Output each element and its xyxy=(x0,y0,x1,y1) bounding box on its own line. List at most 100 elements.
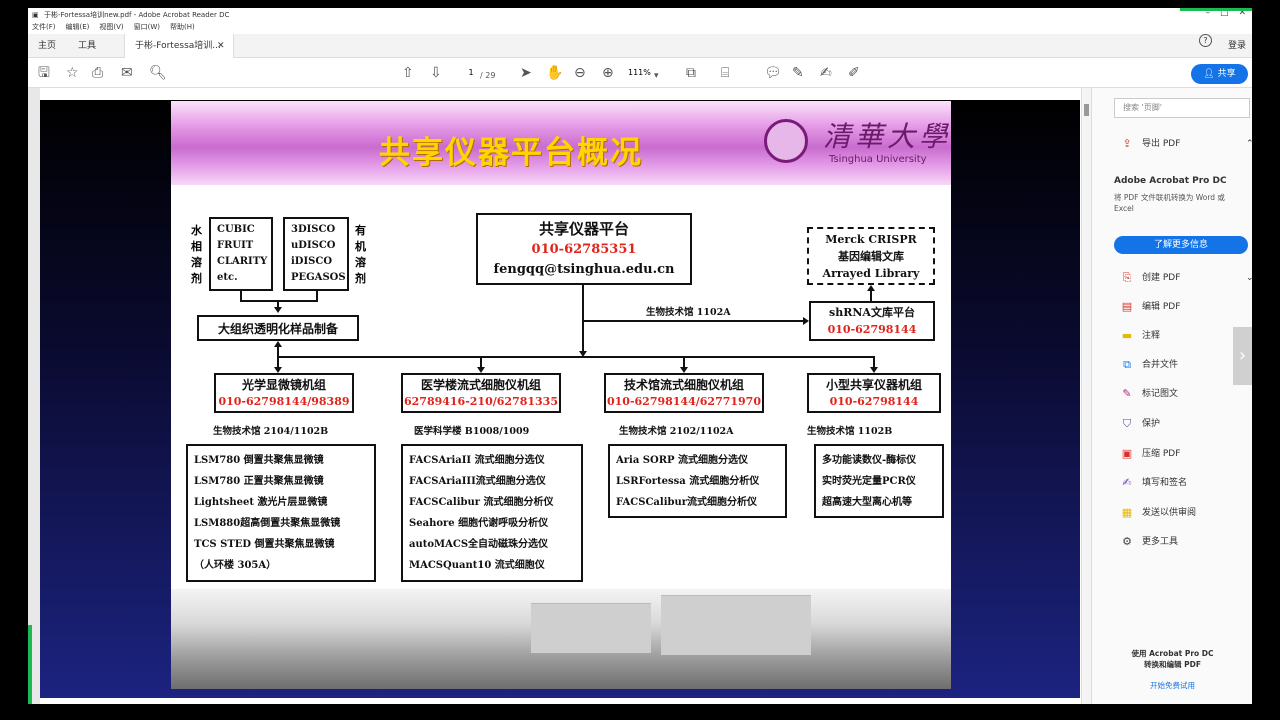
scrollbar-thumb[interactable] xyxy=(1084,104,1089,116)
print-icon[interactable]: ⎙ xyxy=(92,65,103,81)
share-button[interactable]: 👤︎ 共享 xyxy=(1191,64,1248,84)
instrument-item: LSRFortessa 流式细胞分析仪 xyxy=(616,475,760,487)
share-button-label: 共享 xyxy=(1217,69,1236,79)
draw-icon[interactable]: ✍ xyxy=(820,65,832,81)
campus-photo xyxy=(171,589,951,689)
protect-shield-icon: ⛉ xyxy=(1122,417,1132,430)
frame-accent xyxy=(28,625,32,704)
method: 3DISCO xyxy=(291,224,336,235)
promo-title: Adobe Acrobat Pro DC xyxy=(1114,176,1227,186)
instrument-item: 超高速大型离心机等 xyxy=(822,496,912,508)
menu-help[interactable]: 帮助(H) xyxy=(166,21,201,33)
free-trial-link[interactable]: 开始免费试用 xyxy=(1092,680,1252,691)
menu-file[interactable]: 文件(F) xyxy=(28,21,62,33)
method: etc. xyxy=(217,272,238,283)
menu-view[interactable]: 视图(V) xyxy=(95,21,129,33)
instrument-item: 实时荧光定量PCR仪 xyxy=(822,475,916,487)
fill-sign-icon[interactable]: ✐ xyxy=(848,65,860,81)
compress-pdf-icon: ▣ xyxy=(1121,447,1133,460)
save-icon[interactable]: 🖫 xyxy=(38,65,50,81)
email-icon[interactable]: ✉ xyxy=(121,65,133,81)
zoom-in-icon[interactable]: ⊕ xyxy=(602,65,614,81)
tool-label: 注释 xyxy=(1142,331,1161,341)
group-location: 生物技术馆 2102/1102A xyxy=(619,426,734,437)
instrument-item: autoMACS全自动磁珠分选仪 xyxy=(409,539,549,550)
signin-link[interactable]: 登录 xyxy=(1228,34,1246,58)
connector xyxy=(582,285,584,351)
window-title: 于彬-Fortessa培训new.pdf - Adobe Acrobat Rea… xyxy=(44,10,230,19)
expand-panel-chevron-icon[interactable]: › xyxy=(1233,327,1252,385)
tool-label: 合并文件 xyxy=(1142,360,1179,370)
zoom-out-icon[interactable]: ⊖ xyxy=(574,65,586,81)
slide-title: 共享仪器平台概况 xyxy=(379,135,643,171)
instrument-item: （人环楼 305A） xyxy=(194,560,277,571)
chevron-down-icon[interactable]: ⌄ xyxy=(1246,270,1252,286)
page-down-icon[interactable]: ⇩ xyxy=(430,65,442,81)
help-icon[interactable]: ? xyxy=(1198,34,1212,47)
export-pdf-label: 导出 PDF xyxy=(1142,139,1181,149)
route-label: 生物技术馆 1102A xyxy=(646,307,731,318)
method: CUBIC xyxy=(217,224,255,235)
zoom-level[interactable]: 111% xyxy=(628,66,651,80)
tool-label: 保护 xyxy=(1142,419,1161,429)
title-bar: ▣ 于彬-Fortessa培训new.pdf - Adobe Acrobat R… xyxy=(28,8,1252,21)
menu-edit[interactable]: 编辑(E) xyxy=(62,21,96,33)
hub-email: fengqq@tsinghua.edu.cn xyxy=(493,262,675,277)
university-logo-en: Tsinghua University xyxy=(829,154,927,165)
instrument-item: LSM880超高倒置共聚焦显微镜 xyxy=(194,518,341,529)
organic-solvent-label: 有机溶剂 xyxy=(355,224,366,285)
group-box-small: 小型共享仪器机组 010-62798144 xyxy=(807,373,941,413)
footer-line: 转换和编辑 PDF xyxy=(1144,660,1201,669)
method: CLARITY xyxy=(217,256,268,267)
comment-icon: ▬ xyxy=(1121,329,1133,342)
page-number-input[interactable]: 1 xyxy=(460,66,482,80)
distribution-line xyxy=(277,356,875,358)
photo-building xyxy=(531,603,651,653)
tool-label: 编辑 PDF xyxy=(1142,302,1181,312)
panel-search-input[interactable]: 搜索 '页脚' xyxy=(1114,98,1250,118)
send-review-icon: ▦ xyxy=(1121,506,1133,519)
zoom-dropdown-icon[interactable]: ▾ xyxy=(654,68,659,84)
page-up-icon[interactable]: ⇧ xyxy=(402,65,414,81)
scroll-mode-icon[interactable]: ⌸ xyxy=(721,65,729,81)
learn-more-button[interactable]: 了解更多信息 xyxy=(1114,236,1248,254)
connector xyxy=(583,320,803,322)
instrument-item: MACSQuant10 流式细胞仪 xyxy=(409,560,545,571)
hub-box: 共享仪器平台 010-62785351 fengqq@tsinghua.edu.… xyxy=(476,213,692,285)
left-navigation-rail[interactable] xyxy=(28,88,40,704)
group-name: 技术馆流式细胞仪机组 xyxy=(623,378,744,392)
instrument-item: Lightsheet 激光片层显微镜 xyxy=(194,497,328,508)
tool-label: 发送以供审阅 xyxy=(1142,508,1197,518)
tool-label: 更多工具 xyxy=(1142,537,1179,547)
group-location: 生物技术馆 1102B xyxy=(807,426,893,437)
shrna-phone: 010-62798144 xyxy=(827,323,917,336)
vertical-scrollbar[interactable] xyxy=(1081,88,1091,704)
fit-page-icon[interactable]: ⧉ xyxy=(686,65,696,81)
instrument-item: LSM780 正置共聚焦显微镜 xyxy=(194,476,324,487)
tab-tools[interactable]: 工具 xyxy=(78,34,96,58)
markup-pen-icon: ✎ xyxy=(1122,387,1132,400)
tab-home[interactable]: 主页 xyxy=(38,34,56,58)
tab-bar: 主页 工具 于彬-Fortessa培训... ✕ ? 登录 xyxy=(28,34,1252,58)
shrna-name: shRNA文库平台 xyxy=(829,306,915,319)
instrument-item: 多功能读数仪-酶标仪 xyxy=(822,454,917,466)
select-pointer-icon[interactable]: ➤ xyxy=(520,65,532,81)
tool-label: 标记图文 xyxy=(1142,389,1179,399)
group-list-optical: LSM780 倒置共聚焦显微镜 LSM780 正置共聚焦显微镜 Lightshe… xyxy=(186,444,376,582)
group-name: 医学楼流式细胞仪机组 xyxy=(420,378,541,392)
tab-document[interactable]: 于彬-Fortessa培训... ✕ xyxy=(124,34,234,58)
group-box-optical: 光学显微镜机组 010-62798144/98389 xyxy=(214,373,354,413)
search-icon[interactable]: 🔍︎ xyxy=(149,65,167,81)
comment-icon[interactable]: 💬︎ xyxy=(764,65,782,81)
university-logo-cn: 清華大學 xyxy=(823,120,951,153)
highlight-pen-icon[interactable]: ✎ xyxy=(792,65,804,81)
group-phone: 010-62798144 xyxy=(829,395,919,408)
hand-tool-icon[interactable]: ✋ xyxy=(546,65,563,81)
share-user-icon: 👤︎ xyxy=(1203,69,1215,79)
method: uDISCO xyxy=(291,240,336,251)
menu-window[interactable]: 窗口(W) xyxy=(130,21,166,33)
group-name: 光学显微镜机组 xyxy=(241,378,326,392)
bookmark-star-icon[interactable]: ☆ xyxy=(66,65,79,81)
collapse-icon[interactable]: ⌃ xyxy=(1246,136,1252,152)
tab-close-icon[interactable]: ✕ xyxy=(217,34,225,58)
